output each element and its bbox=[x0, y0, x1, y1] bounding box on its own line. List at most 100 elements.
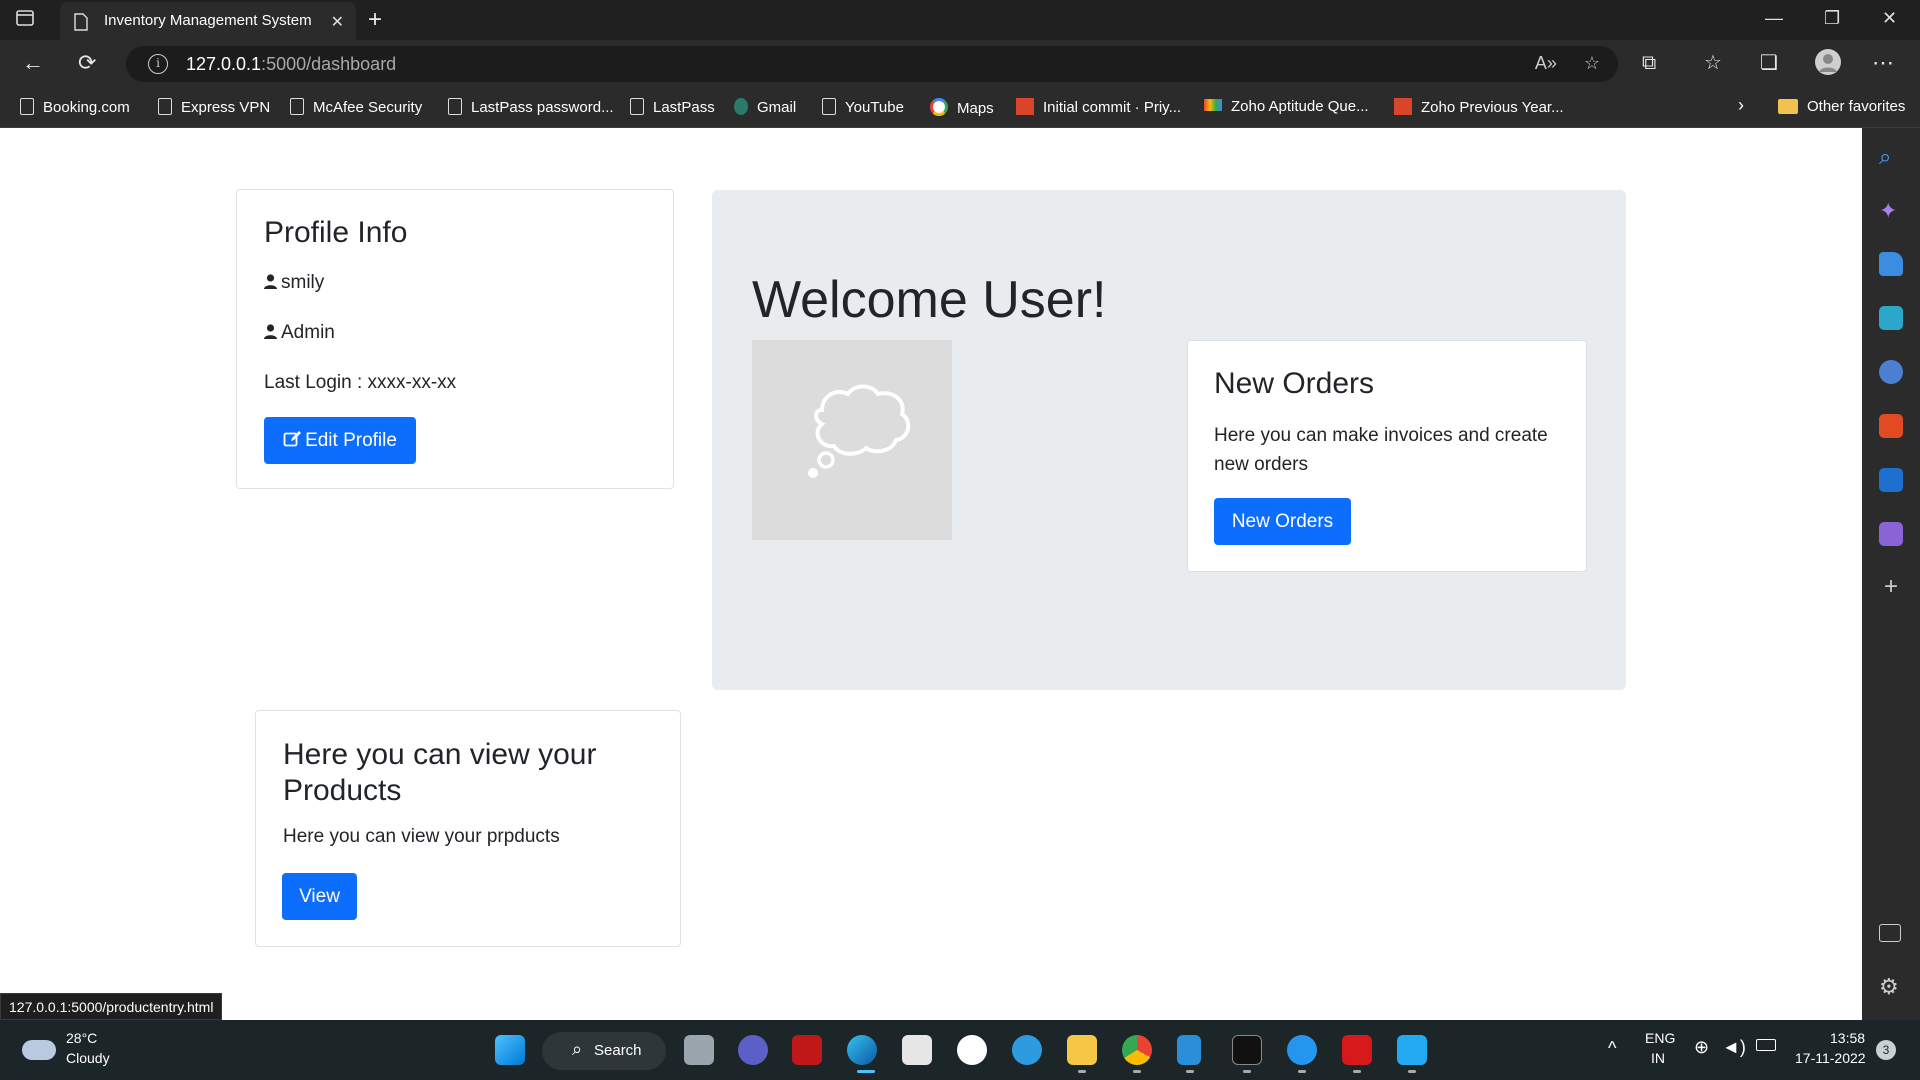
bookmark-label: Zoho Aptitude Que... bbox=[1231, 98, 1369, 115]
edge-sidebar: ⌕ ✦ + ⚙ bbox=[1862, 128, 1920, 1020]
notification-badge[interactable]: 3 bbox=[1876, 1040, 1896, 1060]
outlook-icon[interactable] bbox=[1879, 468, 1903, 492]
taskbar-search-label: Search bbox=[594, 1042, 642, 1059]
collections-icon[interactable]: ❏ bbox=[1760, 50, 1778, 76]
restore-icon[interactable]: ❐ bbox=[1824, 8, 1840, 29]
file-explorer-icon[interactable] bbox=[1067, 1035, 1097, 1065]
language-top[interactable]: ENG bbox=[1645, 1030, 1675, 1046]
windows-start-icon[interactable] bbox=[495, 1035, 525, 1065]
minimize-icon[interactable]: — bbox=[1765, 8, 1783, 29]
bookmark-zoho-previous[interactable]: Zoho Previous Year... bbox=[1394, 98, 1564, 116]
gmail-m-icon bbox=[1204, 99, 1222, 111]
weather-cloud-icon[interactable] bbox=[22, 1040, 56, 1060]
address-bar[interactable]: i 127.0.0.1:5000/dashboard A» ☆ bbox=[126, 46, 1618, 82]
network-icon[interactable]: ⊕ bbox=[1694, 1037, 1709, 1058]
clock-time[interactable]: 13:58 bbox=[1830, 1030, 1865, 1046]
app-indicator bbox=[1353, 1070, 1361, 1073]
file-icon bbox=[630, 98, 644, 115]
store-icon[interactable] bbox=[902, 1035, 932, 1065]
bookmark-mcafee[interactable]: McAfee Security bbox=[290, 98, 422, 116]
task-view-icon[interactable] bbox=[684, 1035, 714, 1065]
add-sidebar-icon[interactable]: + bbox=[1879, 575, 1903, 600]
bookmark-youtube[interactable]: YouTube bbox=[822, 98, 904, 116]
vscode-icon[interactable] bbox=[1397, 1035, 1427, 1065]
language-bottom[interactable]: IN bbox=[1651, 1050, 1665, 1066]
site-info-icon[interactable]: i bbox=[148, 54, 168, 74]
chrome-icon[interactable] bbox=[1122, 1035, 1152, 1065]
clock-date[interactable]: 17-11-2022 bbox=[1795, 1050, 1866, 1066]
profile-title: Profile Info bbox=[264, 216, 408, 249]
profile-username: smily bbox=[281, 272, 325, 293]
back-icon[interactable]: ← bbox=[22, 50, 44, 76]
edge-icon[interactable] bbox=[847, 1035, 877, 1065]
taskbar-search[interactable]: ⌕ Search bbox=[542, 1032, 666, 1070]
bookmark-label: Maps bbox=[957, 100, 994, 117]
acrobat-icon[interactable] bbox=[1342, 1035, 1372, 1065]
edit-profile-button[interactable]: Edit Profile bbox=[264, 417, 416, 464]
file-icon bbox=[448, 98, 462, 115]
site-icon bbox=[1394, 98, 1412, 115]
close-window-icon[interactable]: ✕ bbox=[1882, 8, 1897, 29]
games-icon[interactable] bbox=[1879, 360, 1903, 384]
new-orders-button[interactable]: New Orders bbox=[1214, 498, 1351, 545]
favorites-icon[interactable]: ☆ bbox=[1704, 50, 1722, 76]
user-icon bbox=[264, 323, 277, 345]
shopping-tag-icon[interactable] bbox=[1879, 252, 1903, 276]
more-options-icon[interactable]: ⋯ bbox=[1872, 50, 1894, 76]
bookmark-initial-commit[interactable]: Initial commit · Priy... bbox=[1016, 98, 1181, 116]
weather-temp: 28°C bbox=[66, 1030, 98, 1046]
drop-icon[interactable] bbox=[1879, 522, 1903, 546]
refresh-icon[interactable]: ⟳ bbox=[78, 50, 96, 76]
bookmark-label: Gmail bbox=[757, 99, 797, 116]
bookmarks-bar: Booking.com Express VPN McAfee Security … bbox=[0, 88, 1920, 128]
read-aloud-icon[interactable]: A» bbox=[1535, 53, 1557, 73]
battery-icon[interactable] bbox=[1756, 1039, 1776, 1051]
other-favorites-label: Other favorites bbox=[1807, 98, 1906, 115]
file-icon bbox=[158, 98, 172, 115]
office-icon[interactable] bbox=[1879, 414, 1903, 438]
user-icon bbox=[264, 273, 277, 295]
search-icon[interactable]: ⌕ bbox=[1879, 144, 1903, 169]
bookmark-label: YouTube bbox=[845, 99, 904, 116]
help-icon[interactable] bbox=[1012, 1035, 1042, 1065]
new-tab-icon[interactable]: + bbox=[368, 6, 382, 34]
url-host: 127.0.0.1 bbox=[186, 54, 262, 74]
other-favorites[interactable]: Other favorites bbox=[1778, 98, 1905, 115]
page-icon bbox=[74, 13, 88, 36]
bookmarks-overflow-icon[interactable]: › bbox=[1738, 95, 1744, 116]
view-products-button[interactable]: View bbox=[282, 873, 357, 920]
add-favorite-icon[interactable]: ☆ bbox=[1584, 53, 1600, 73]
docker-icon[interactable] bbox=[1287, 1035, 1317, 1065]
bookmark-label: LastPass bbox=[653, 99, 715, 116]
app-indicator bbox=[1243, 1070, 1251, 1073]
github-icon[interactable] bbox=[957, 1035, 987, 1065]
sidebar-settings-icon[interactable]: ⚙ bbox=[1879, 976, 1903, 1000]
notepad-icon[interactable] bbox=[1177, 1035, 1201, 1065]
products-text: Here you can view your prpducts bbox=[283, 826, 560, 847]
bookmark-lastpass[interactable]: LastPass bbox=[630, 98, 715, 116]
browser-tab[interactable]: Inventory Management System ✕ bbox=[60, 2, 356, 40]
profile-avatar[interactable] bbox=[1814, 48, 1842, 82]
tab-actions-icon[interactable] bbox=[14, 8, 50, 32]
volume-icon[interactable]: ◄) bbox=[1722, 1037, 1746, 1058]
mcafee-icon[interactable] bbox=[792, 1035, 822, 1065]
bookmark-maps[interactable]: Maps bbox=[930, 98, 994, 117]
copilot-icon[interactable]: ✦ bbox=[1879, 198, 1903, 223]
profile-role: Admin bbox=[281, 322, 335, 343]
bookmark-lastpass-password[interactable]: LastPass password... bbox=[448, 98, 614, 116]
file-icon bbox=[20, 98, 34, 115]
tray-overflow-icon[interactable]: ^ bbox=[1608, 1038, 1616, 1059]
welcome-jumbotron: Welcome User! New Orders Here you can ma… bbox=[712, 190, 1626, 690]
teams-chat-icon[interactable] bbox=[738, 1035, 768, 1065]
bookmark-expressvpn[interactable]: Express VPN bbox=[158, 98, 270, 116]
app-indicator bbox=[1186, 1070, 1194, 1073]
active-app-indicator bbox=[857, 1070, 875, 1073]
terminal-icon[interactable] bbox=[1232, 1035, 1262, 1065]
bookmark-gmail[interactable]: Gmail bbox=[734, 98, 796, 116]
bookmark-zoho-aptitude[interactable]: Zoho Aptitude Que... bbox=[1204, 98, 1369, 115]
close-tab-icon[interactable]: ✕ bbox=[331, 12, 344, 32]
tools-icon[interactable] bbox=[1879, 306, 1903, 330]
bookmark-booking[interactable]: Booking.com bbox=[20, 98, 130, 116]
extensions-icon[interactable]: ⧉ bbox=[1642, 50, 1656, 76]
hide-sidebar-icon[interactable] bbox=[1879, 924, 1901, 942]
